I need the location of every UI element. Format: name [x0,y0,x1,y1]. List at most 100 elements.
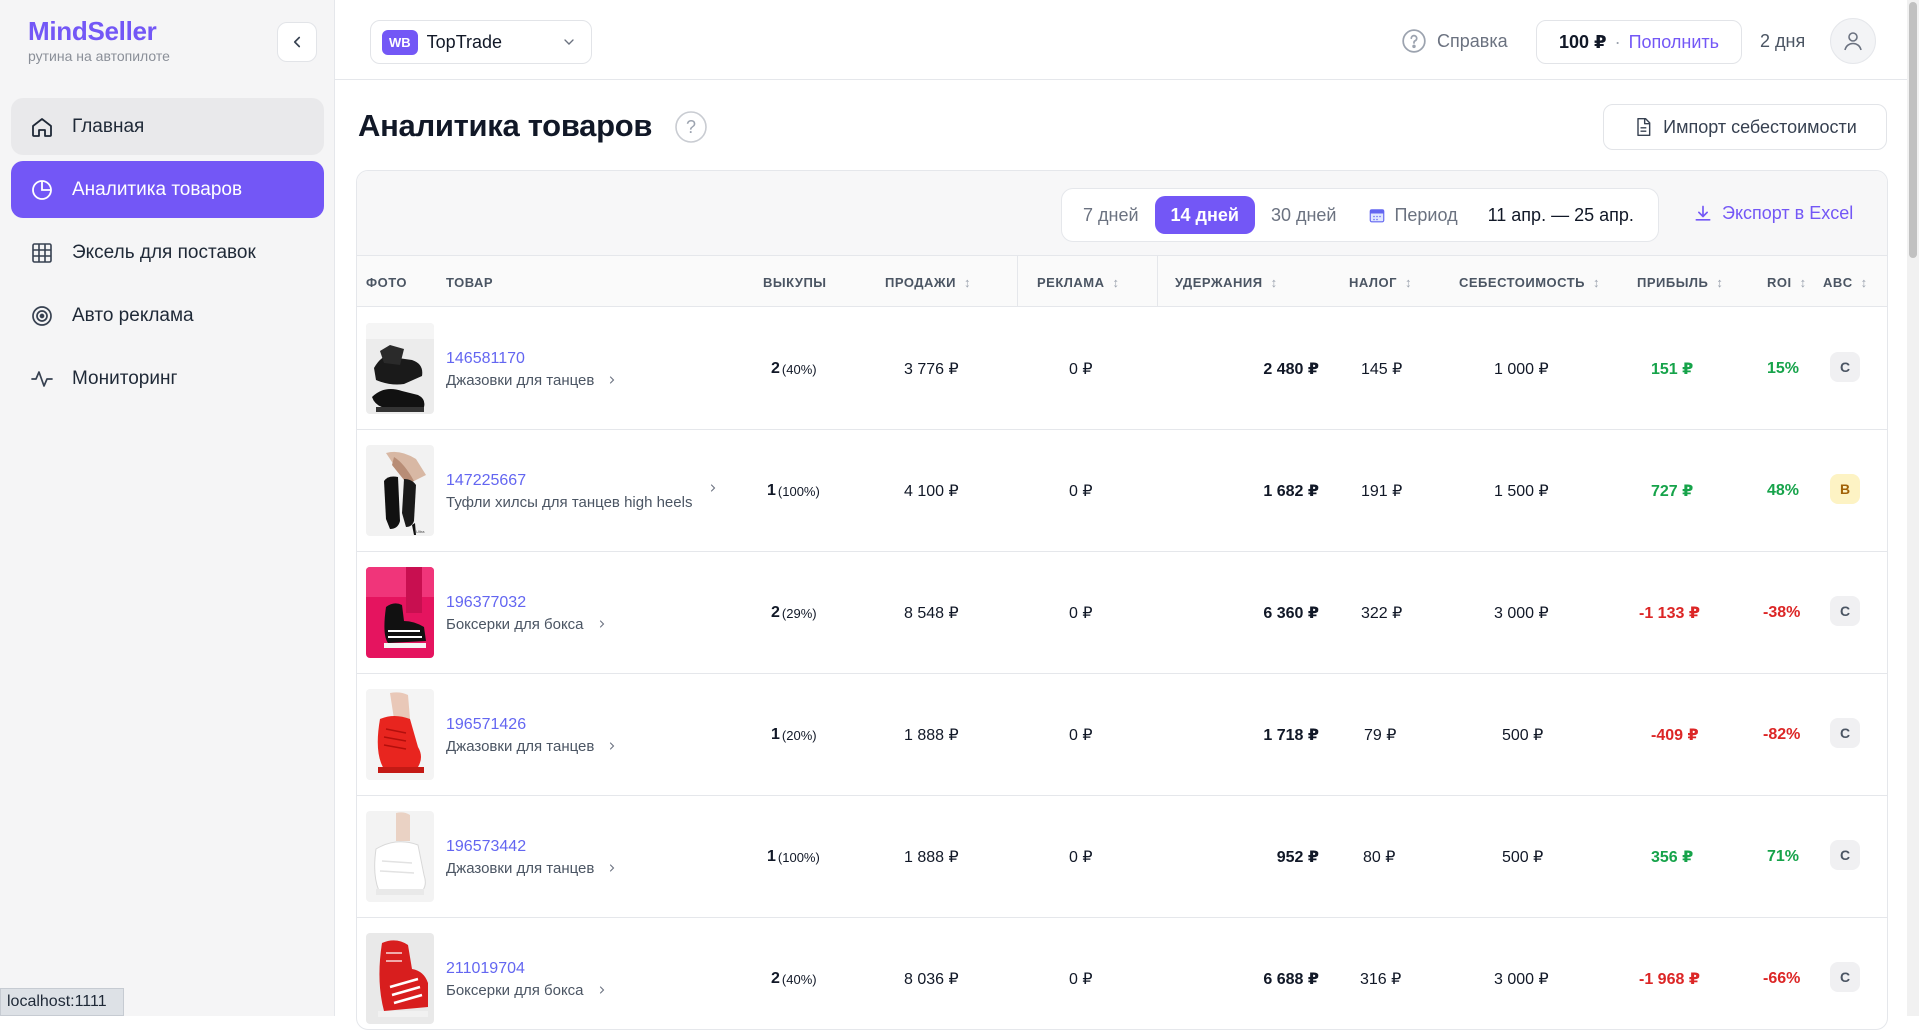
balance-widget[interactable]: 100 ₽ · Пополнить [1536,20,1742,64]
product-photo[interactable] [366,323,434,414]
browser-status-url: localhost:1111 [0,988,124,1016]
user-avatar[interactable] [1830,18,1876,64]
table-row[interactable]: 211019704 Боксерки для бокса 2 (40%) 8 03… [357,918,1887,1029]
tax-cell: 79 ₽ [1364,727,1397,744]
roi-cell: 71% [1767,848,1800,865]
sidebar-item-home[interactable]: Главная [11,98,324,155]
table-row[interactable]: 196571426 Джазовки для танцев 1 (20%) 1 8… [357,674,1887,796]
sort-icon: ↕ [1799,274,1807,290]
import-cost-button[interactable]: Импорт себестоимости [1603,104,1887,150]
col-abc[interactable]: ABC ↕ [1823,256,1868,308]
col-buyouts: ВЫКУПЫ [763,274,827,290]
product-id-link[interactable]: 196573442 [446,838,746,856]
product-id-link[interactable]: 147225667 [446,472,746,490]
sidebar-item-excel-supplies[interactable]: Эксель для поставок [11,224,324,281]
product-photo[interactable] [366,811,434,902]
home-icon [29,114,55,140]
product-id-link[interactable]: 196571426 [446,716,746,734]
abc-badge: C [1830,718,1860,748]
product-photo[interactable] [366,933,434,1024]
col-tax[interactable]: НАЛОГ ↕ [1349,256,1412,308]
page-help-button[interactable]: ? [674,110,708,149]
table-row[interactable]: Ultra 147225667 Туфли хилсы для танцев h… [357,430,1887,552]
chevron-right-icon [610,742,615,750]
roi-cell: -38% [1763,604,1801,621]
cost-cell: 500 ₽ [1502,849,1544,866]
sidebar-item-auto-ads[interactable]: Авто реклама [11,287,324,344]
svg-text:?: ? [686,117,696,137]
deductions-cell: 6 360 ₽ [1263,605,1319,622]
period-14-days[interactable]: 14 дней [1154,196,1255,234]
col-cost[interactable]: СЕБЕСТОИМОСТЬ ↕ [1459,256,1600,308]
table-row[interactable]: 196377032 Боксерки для бокса 2 (29%) 8 54… [357,552,1887,674]
topup-link[interactable]: Пополнить [1629,32,1719,53]
collapse-sidebar-button[interactable] [277,22,317,62]
col-sales[interactable]: ПРОДАЖИ ↕ [885,256,971,308]
top-bar: WB TopTrade Справка 100 ₽ · Пополнить 2 … [335,0,1919,80]
target-icon [29,303,55,329]
period-7-days[interactable]: 7 дней [1067,196,1155,234]
page-scrollbar-thumb[interactable] [1909,2,1917,258]
sidebar-item-label: Аналитика товаров [72,178,243,200]
product-cell: 196377032 Боксерки для бокса [446,552,746,674]
sort-icon: ↕ [1716,274,1724,290]
period-custom[interactable]: Период [1352,196,1473,234]
chevron-down-icon [564,39,574,45]
ads-cell: 0 ₽ [1069,971,1093,988]
sidebar-item-monitoring[interactable]: Мониторинг [11,350,324,407]
product-name[interactable]: Боксерки для бокса [446,982,746,999]
product-name[interactable]: Боксерки для бокса [446,616,746,633]
roi-cell: 15% [1767,360,1800,377]
wb-badge: WB [382,29,418,55]
col-deductions[interactable]: УДЕРЖАНИЯ ↕ [1175,256,1278,308]
download-icon [1695,205,1711,221]
product-photo[interactable] [366,689,434,780]
import-cost-label: Импорт себестоимости [1663,116,1857,137]
buyouts-cell: 1 (100%) [767,848,820,865]
svg-text:Ultra: Ultra [416,529,425,534]
sort-icon: ↕ [1405,274,1413,290]
product-id-link[interactable]: 211019704 [446,960,746,978]
store-select[interactable]: WB TopTrade [370,20,592,64]
abc-badge: C [1830,840,1860,870]
deductions-cell: 1 682 ₽ [1263,483,1319,500]
col-product: ТОВАР [446,274,494,290]
export-excel-button[interactable]: Экспорт в Excel [1693,203,1853,224]
product-name[interactable]: Джазовки для танцев [446,372,746,389]
col-ads[interactable]: РЕКЛАМА ↕ [1037,256,1120,308]
abc-badge: C [1830,352,1860,382]
chevron-right-icon [610,376,615,384]
product-cell: 211019704 Боксерки для бокса [446,918,746,1029]
period-30-days[interactable]: 30 дней [1255,196,1353,234]
product-name[interactable]: Джазовки для танцев [446,860,746,877]
page-title: Аналитика товаров [358,108,653,143]
col-profit[interactable]: ПРИБЫЛЬ ↕ [1637,256,1723,308]
product-id-link[interactable]: 146581170 [446,350,746,368]
sidebar: MindSeller рутина на автопилоте Главная … [0,0,335,1016]
sidebar-item-analytics[interactable]: Аналитика товаров [11,161,324,218]
profit-cell: -409 ₽ [1651,727,1699,744]
grid-table-icon [29,240,55,266]
profit-cell: -1 968 ₽ [1639,971,1700,988]
table-row[interactable]: 196573442 Джазовки для танцев 1 (100%) 1 … [357,796,1887,918]
product-name[interactable]: Туфли хилсы для танцев high heels [446,494,701,511]
product-photo[interactable]: Ultra [366,445,434,536]
product-id-link[interactable]: 196377032 [446,594,746,612]
help-link[interactable]: Справка [1401,28,1508,54]
table-row[interactable]: 146581170 Джазовки для танцев 2 (40%) 3 7… [357,308,1887,430]
chevron-right-icon[interactable] [707,482,719,494]
product-name[interactable]: Джазовки для танцев [446,738,746,755]
analytics-panel: 7 дней 14 дней 30 дней Период 11 апр. — … [356,170,1888,1030]
cost-cell: 3 000 ₽ [1494,605,1549,622]
tax-cell: 191 ₽ [1361,483,1403,500]
profit-cell: -1 133 ₽ [1639,605,1700,622]
cost-cell: 3 000 ₽ [1494,971,1549,988]
sort-icon: ↕ [1270,274,1278,290]
col-roi[interactable]: ROI ↕ [1767,256,1807,308]
product-photo[interactable] [366,567,434,658]
date-range[interactable]: 11 апр. — 25 апр. [1488,205,1634,226]
tax-cell: 316 ₽ [1360,971,1402,988]
brand-logo[interactable]: MindSeller рутина на автопилоте [28,16,170,64]
period-custom-label: Период [1394,204,1458,225]
buyouts-cell: 2 (40%) [771,970,817,987]
